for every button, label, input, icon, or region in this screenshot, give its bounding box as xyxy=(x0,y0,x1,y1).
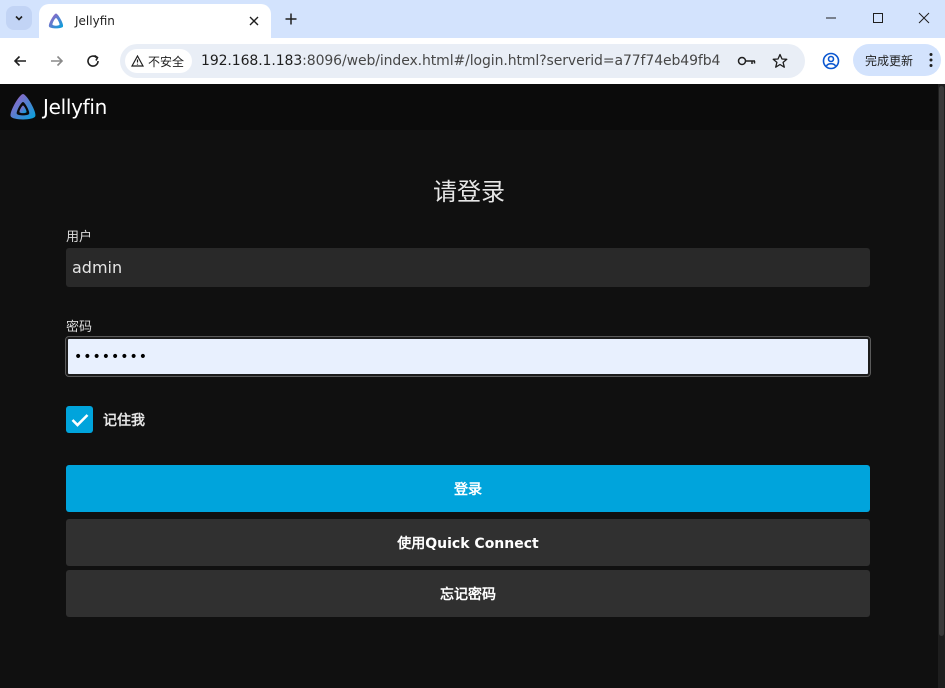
reload-button[interactable] xyxy=(81,49,105,73)
update-button[interactable]: 完成更新 xyxy=(853,44,941,76)
arrow-left-icon xyxy=(13,55,26,67)
jellyfin-favicon-icon xyxy=(48,13,64,29)
tab-close-icon[interactable] xyxy=(245,12,263,30)
jellyfin-logo[interactable]: Jellyfin xyxy=(8,92,107,122)
remember-me-checkbox[interactable] xyxy=(66,406,93,433)
browser-tab-jellyfin[interactable]: Jellyfin xyxy=(39,4,271,38)
brand-name: Jellyfin xyxy=(43,95,108,119)
bookmark-star-icon[interactable] xyxy=(770,51,790,71)
page-content: Jellyfin 请登录 用户 admin 密码 •••••••• 记住我 登录… xyxy=(0,84,945,688)
plus-icon xyxy=(285,13,297,25)
close-window-button[interactable] xyxy=(901,0,945,36)
quick-connect-button[interactable]: 使用Quick Connect xyxy=(66,519,870,566)
password-key-icon[interactable] xyxy=(737,51,757,71)
page-scrollbar[interactable] xyxy=(938,84,945,688)
address-bar[interactable]: 不安全 192.168.1.183:8096/web/index.html#/l… xyxy=(120,44,805,78)
jellyfin-logo-icon xyxy=(10,94,36,120)
tab-title: Jellyfin xyxy=(75,14,115,28)
maximize-icon xyxy=(873,13,883,23)
kebab-menu-icon xyxy=(929,53,933,67)
password-input[interactable]: •••••••• xyxy=(65,336,871,377)
new-tab-button[interactable] xyxy=(280,8,302,30)
minimize-button[interactable] xyxy=(808,0,854,36)
security-label: 不安全 xyxy=(148,54,185,69)
minimize-icon xyxy=(826,17,836,19)
profile-button[interactable] xyxy=(819,49,843,73)
close-icon xyxy=(918,12,930,24)
url-host: 192.168.1.183 xyxy=(201,53,303,69)
browser-toolbar: 不安全 192.168.1.183:8096/web/index.html#/l… xyxy=(0,38,945,84)
app-header: Jellyfin xyxy=(0,84,945,130)
login-button[interactable]: 登录 xyxy=(66,465,870,512)
checkmark-icon xyxy=(71,413,88,427)
url-path: :8096/web/index.html#/login.html?serveri… xyxy=(302,53,722,69)
remember-me-label: 记住我 xyxy=(103,412,145,429)
warning-triangle-icon xyxy=(131,55,144,67)
reload-icon xyxy=(87,54,99,67)
url-text[interactable]: 192.168.1.183:8096/web/index.html#/login… xyxy=(201,53,721,69)
username-label: 用户 xyxy=(66,230,93,245)
login-title: 请登录 xyxy=(433,178,505,206)
forgot-password-button[interactable]: 忘记密码 xyxy=(66,570,870,617)
account-circle-icon xyxy=(822,52,840,70)
scrollbar-thumb[interactable] xyxy=(939,86,944,636)
chevron-down-icon xyxy=(15,15,23,21)
browser-tabstrip: Jellyfin xyxy=(0,0,945,38)
arrow-right-icon xyxy=(51,55,64,67)
forward-button[interactable] xyxy=(45,49,69,73)
remember-me[interactable]: 记住我 xyxy=(66,406,145,433)
maximize-button[interactable] xyxy=(855,0,901,36)
password-label: 密码 xyxy=(66,320,93,335)
back-button[interactable] xyxy=(8,49,32,73)
update-label: 完成更新 xyxy=(865,53,914,68)
security-chip[interactable]: 不安全 xyxy=(125,49,193,73)
tab-search-button[interactable] xyxy=(6,6,32,30)
username-input[interactable]: admin xyxy=(66,248,870,287)
